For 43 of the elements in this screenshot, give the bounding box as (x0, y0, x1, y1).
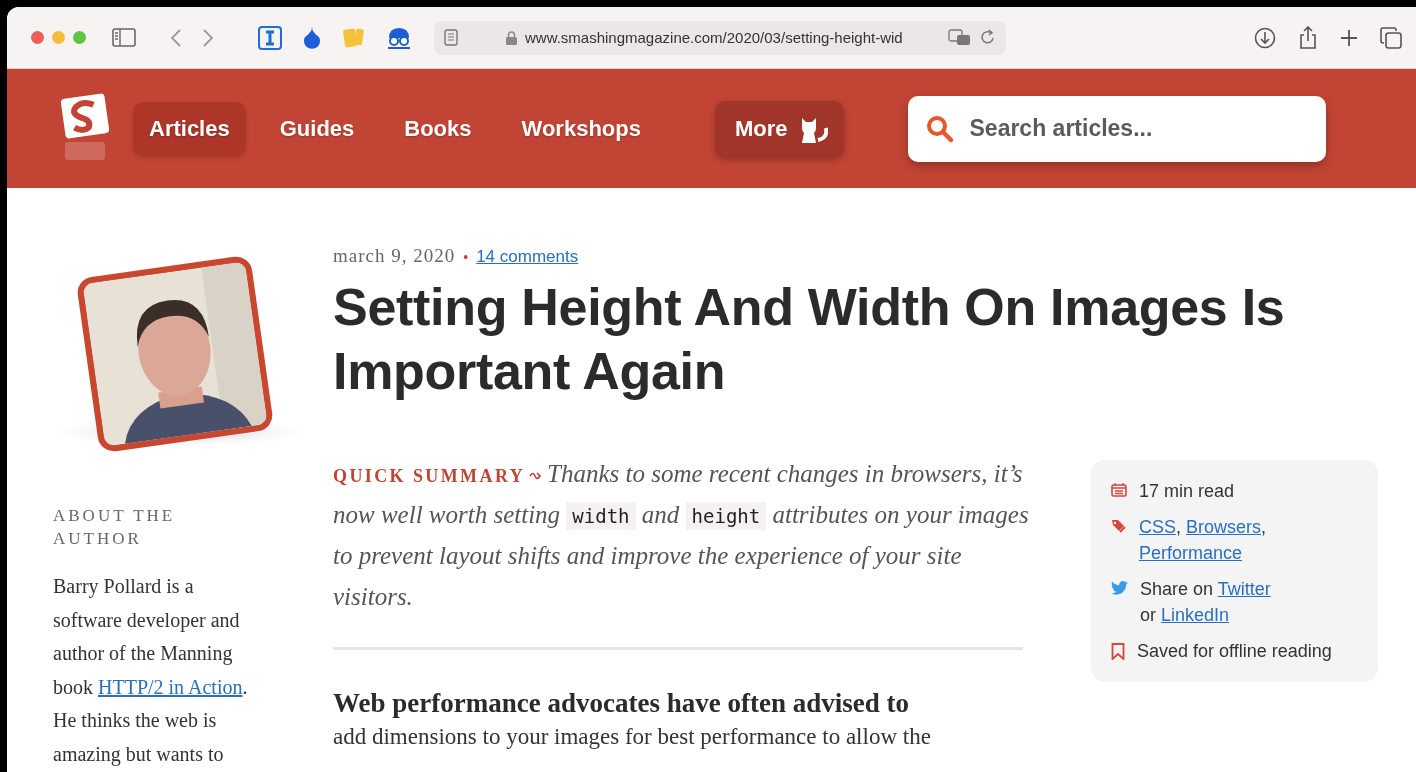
intro-paragraph: Web performance advocates have often advised to add dimensions to your images for best performance to allow the (333, 687, 932, 751)
calendar-icon (1111, 483, 1127, 497)
info-text: Saved for offline reading (1137, 640, 1332, 663)
nav-tab[interactable]: Workshops (505, 101, 657, 156)
squiggle-arrow-icon (529, 471, 542, 482)
bookmark-icon (1111, 643, 1125, 660)
new-tab-icon[interactable] (1340, 28, 1358, 47)
cursor-extension-icon[interactable] (258, 25, 282, 50)
bird-icon (1111, 581, 1128, 595)
section-heading: ABOUT THE AUTHOR (53, 505, 177, 550)
article-date: march 9, 2020 (333, 245, 456, 267)
back-icon[interactable] (170, 27, 182, 48)
search-field[interactable]: Search articles... (907, 95, 1326, 162)
tabs-icon[interactable] (1380, 26, 1402, 49)
reload-icon[interactable] (980, 29, 996, 46)
nav-tab[interactable]: Articles (133, 101, 246, 156)
author-bio: Barry Pollard is a software developer and author of the Manning book HTTP/2 in Action. He thinks the web is amazing but wants to (53, 574, 249, 768)
reader-icon[interactable] (444, 29, 458, 46)
info-text: Share on Twitter or LinkedIn (1140, 578, 1271, 627)
nav-tab[interactable]: Books (388, 101, 488, 156)
info-text: CSS, Browsers, Performance (1139, 516, 1267, 565)
translate-icon[interactable] (948, 28, 972, 47)
article-title: Setting Height And Width On Images Is Important Again (333, 277, 1286, 402)
link[interactable]: Twitter (1217, 579, 1271, 599)
tag-icon (1111, 519, 1127, 534)
link[interactable]: CSS (1139, 517, 1176, 537)
separator-dot: • (463, 249, 469, 265)
link[interactable]: LinkedIn (1161, 605, 1230, 625)
link[interactable]: Performance (1139, 543, 1243, 563)
comments-link[interactable]: 14 comments (476, 247, 579, 267)
download-icon[interactable] (1254, 26, 1276, 49)
forward-icon[interactable] (202, 27, 214, 48)
sidebar-icon[interactable] (112, 28, 136, 47)
link[interactable]: Browsers (1186, 517, 1262, 537)
quick-summary: QUICK SUMMARY Thanks to some recent changes in browsers, it’s now well worth setting width and height attributes on your images to prevent layout shifts and improve the experience of your site visitors. (333, 459, 1030, 612)
goggles-extension-icon[interactable] (386, 25, 412, 50)
share-icon[interactable] (1298, 25, 1318, 50)
nav-tab[interactable]: Guides (263, 101, 371, 156)
more-button[interactable]: More (714, 100, 844, 157)
link[interactable]: HTTP/2 in Action (98, 675, 243, 698)
info-text: 17 min read (1139, 480, 1235, 503)
close-button[interactable] (31, 31, 44, 44)
lock-icon (506, 30, 517, 45)
